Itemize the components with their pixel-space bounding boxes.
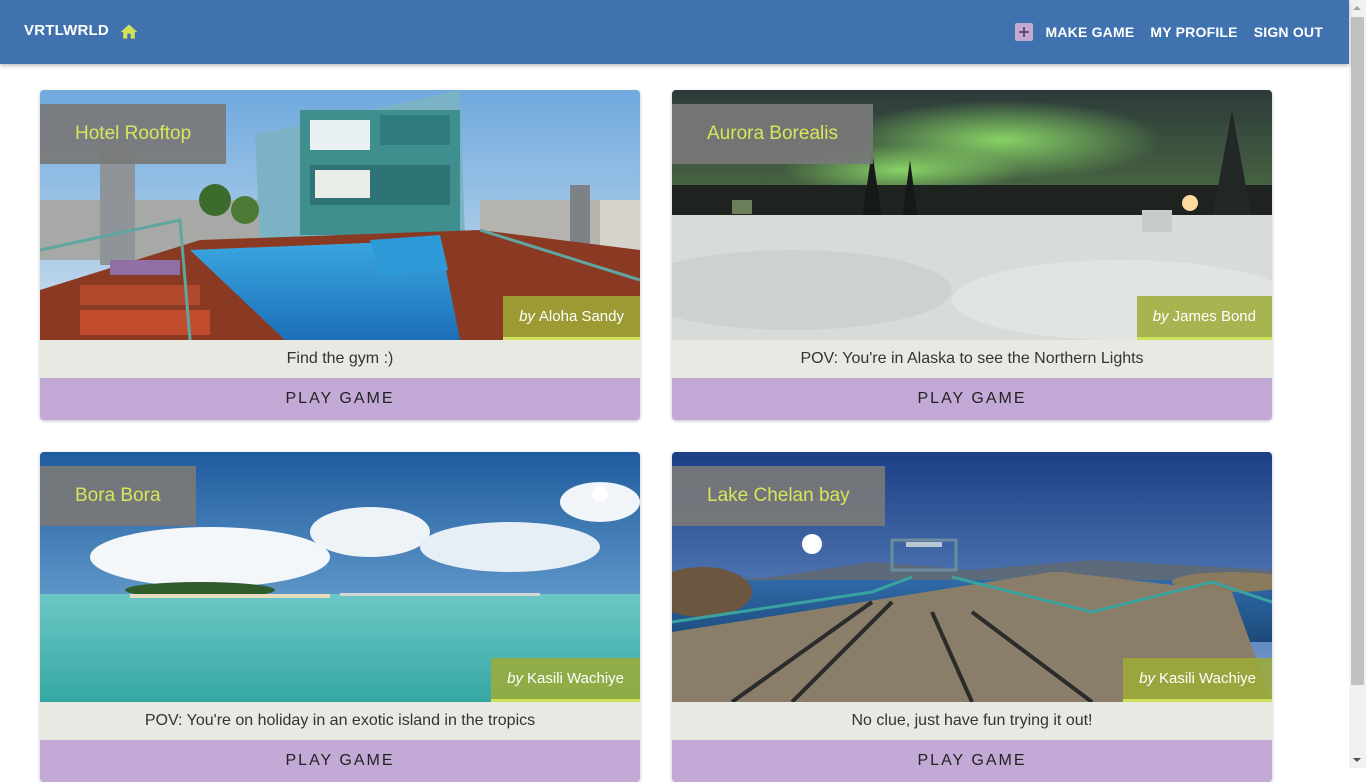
author-badge: by Aloha Sandy	[503, 296, 640, 340]
make-game-button[interactable]: MAKE GAME	[1007, 14, 1142, 50]
home-icon[interactable]	[119, 22, 139, 42]
brand-title[interactable]: VRTLWRLD	[24, 22, 109, 39]
vertical-scrollbar[interactable]	[1349, 0, 1366, 768]
play-game-button[interactable]: PLAY GAME	[40, 740, 640, 782]
add-icon	[1015, 23, 1034, 41]
author-name: Kasili Wachiye	[527, 670, 624, 687]
game-description: No clue, just have fun trying it out!	[851, 712, 1093, 729]
play-game-button[interactable]: PLAY GAME	[672, 740, 1272, 782]
game-card: Lake Chelan bay by Kasili Wachiye No clu…	[672, 452, 1272, 782]
game-title: Lake Chelan bay	[672, 466, 885, 526]
by-label: by	[519, 308, 535, 325]
scroll-up-arrow-icon[interactable]	[1349, 0, 1366, 17]
author-badge: by James Bond	[1136, 296, 1272, 340]
make-game-label: MAKE GAME	[1045, 24, 1135, 40]
by-label: by	[1139, 670, 1156, 687]
game-card: Aurora Borealis by James Bond POV: You'r…	[672, 90, 1272, 420]
by-label: by	[1152, 308, 1169, 325]
sign-out-button[interactable]: SIGN OUT	[1246, 14, 1331, 50]
scrollbar-thumb[interactable]	[1351, 17, 1364, 685]
author-name: Kasili Wachiye	[1159, 670, 1256, 687]
play-game-button[interactable]: PLAY GAME	[672, 378, 1272, 420]
my-profile-button[interactable]: MY PROFILE	[1142, 14, 1245, 50]
game-description: POV: You're on holiday in an exotic isla…	[144, 712, 536, 729]
game-description: POV: You're in Alaska to see the Norther…	[800, 350, 1144, 367]
author-name: James Bond	[1172, 308, 1256, 325]
game-card: Hotel Rooftop by Aloha Sandy Find the gy…	[40, 90, 640, 420]
game-description: Find the gym :)	[286, 350, 394, 367]
play-game-button[interactable]: PLAY GAME	[40, 378, 640, 420]
game-title: Bora Bora	[40, 466, 196, 526]
author-name: Aloha Sandy	[538, 308, 624, 325]
game-card: Bora Bora by Kasili Wachiye POV: You're …	[40, 452, 640, 782]
app-bar: VRTLWRLD MAKE GAME MY PROFILE SIGN OUT	[0, 0, 1349, 64]
top-nav: MAKE GAME MY PROFILE SIGN OUT	[1007, 0, 1331, 64]
scroll-down-arrow-icon[interactable]	[1349, 751, 1366, 768]
game-title: Hotel Rooftop	[40, 104, 227, 164]
author-badge: by Kasili Wachiye	[1123, 658, 1272, 702]
by-label: by	[507, 670, 524, 687]
game-title: Aurora Borealis	[672, 104, 873, 164]
author-badge: by Kasili Wachiye	[491, 658, 640, 702]
